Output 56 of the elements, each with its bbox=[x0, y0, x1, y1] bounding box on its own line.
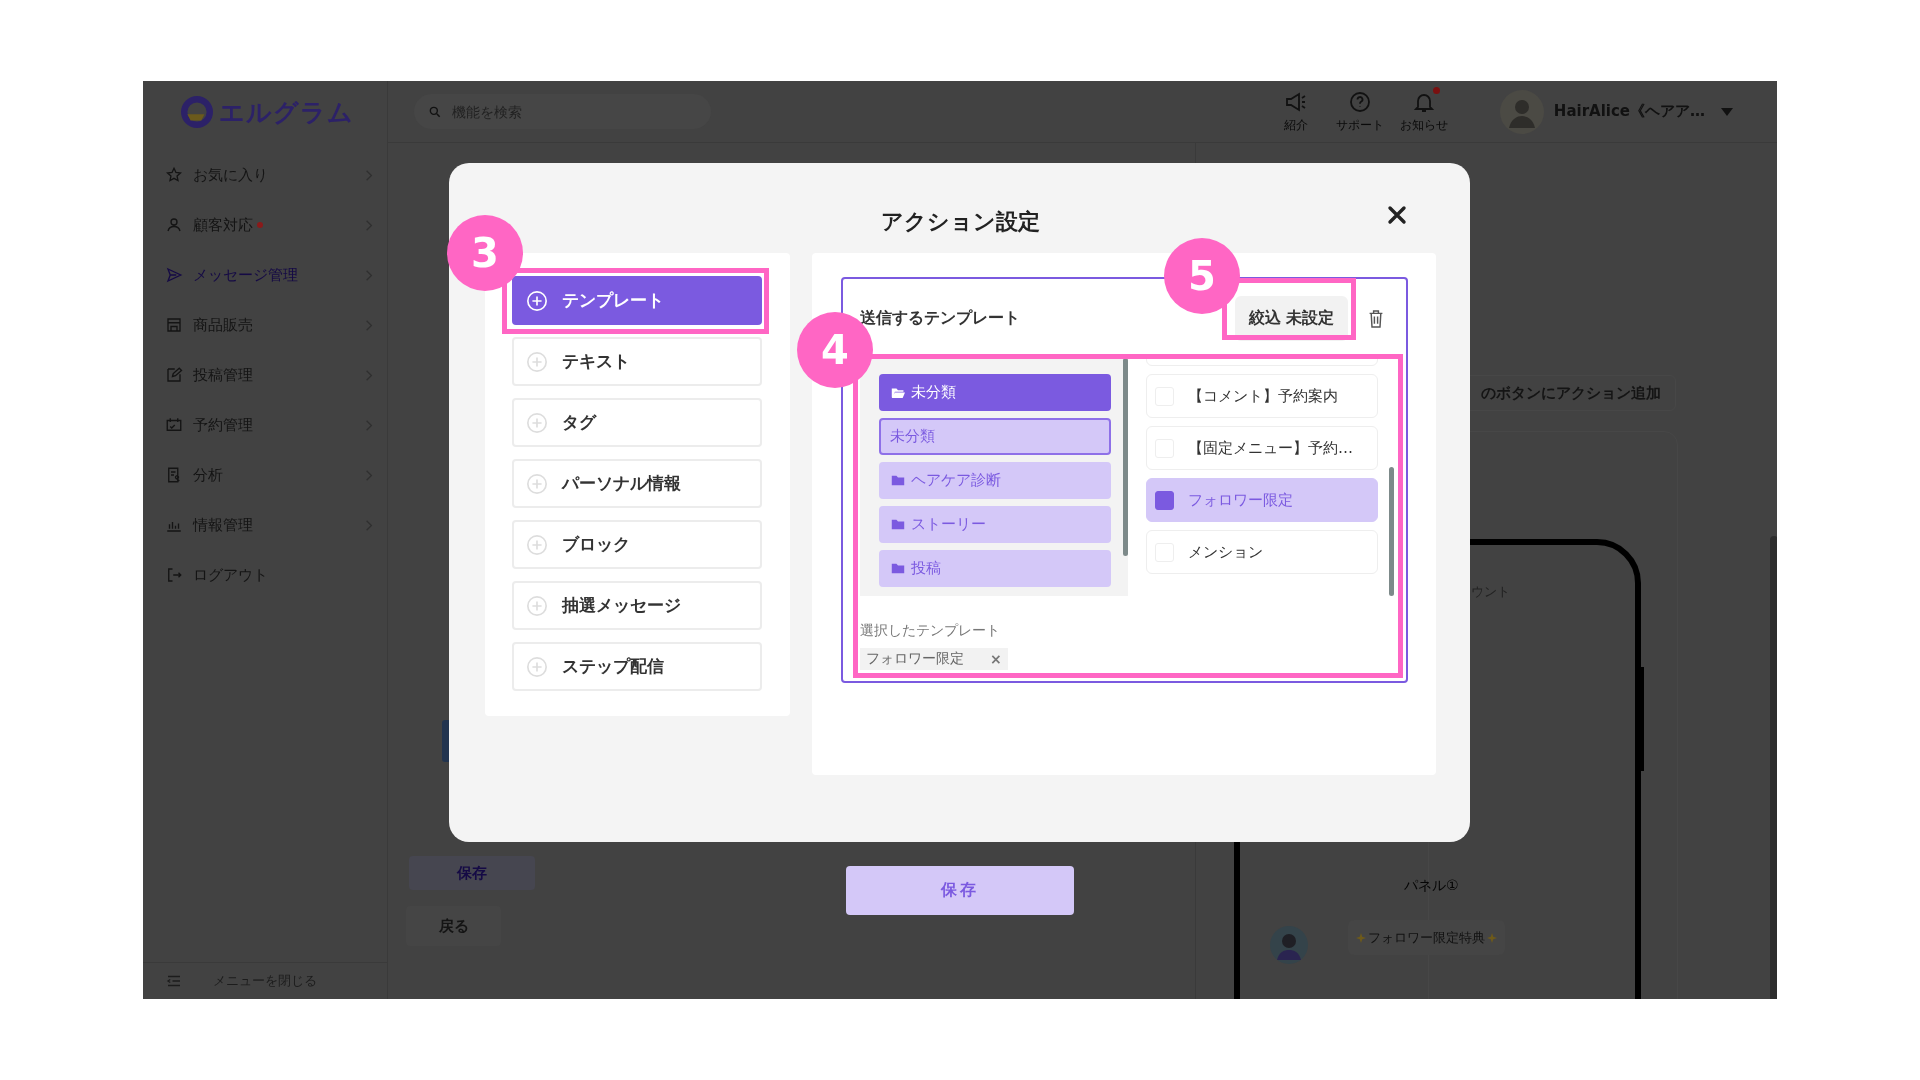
checkbox[interactable] bbox=[1155, 490, 1174, 510]
scrollbar[interactable] bbox=[1389, 467, 1394, 596]
folder-icon bbox=[891, 475, 905, 486]
add-circle-icon bbox=[526, 289, 548, 312]
save-button[interactable]: 保存 bbox=[846, 866, 1074, 915]
avatar-icon bbox=[1499, 89, 1544, 134]
remove-button[interactable]: × bbox=[990, 651, 1002, 667]
selected-templates-label: 選択したテンプレート bbox=[860, 622, 1001, 640]
help-icon bbox=[1347, 89, 1372, 114]
template-item[interactable]: 【コメント】予約案内 bbox=[1146, 374, 1378, 418]
save-button[interactable]: 保存 bbox=[409, 856, 535, 890]
action-type-button[interactable]: 抽選メッセージ bbox=[512, 581, 762, 630]
template-item[interactable]: メンション bbox=[1146, 530, 1378, 574]
add-circle-icon bbox=[526, 350, 548, 373]
template-item[interactable]: フォロワー限定 bbox=[1146, 478, 1378, 522]
caret-icon bbox=[1721, 107, 1733, 116]
avatar-icon bbox=[1270, 926, 1308, 964]
add-circle-icon bbox=[526, 655, 548, 678]
sparkle-icon bbox=[1487, 932, 1497, 943]
folder-icon bbox=[891, 563, 905, 574]
person-icon bbox=[165, 216, 183, 234]
folder-item[interactable]: ヘアケア診断 bbox=[879, 462, 1111, 499]
folder-item[interactable]: 未分類 bbox=[879, 374, 1111, 411]
scrollbar[interactable] bbox=[1770, 536, 1777, 999]
action-type-button[interactable]: ステップ配信 bbox=[512, 642, 762, 691]
action-type-button[interactable]: テンプレート bbox=[512, 276, 762, 325]
folder-item[interactable]: 未分類 bbox=[879, 418, 1111, 455]
close-icon[interactable] bbox=[1387, 205, 1407, 225]
action-type-button[interactable]: テキスト bbox=[512, 337, 762, 386]
send-icon bbox=[165, 266, 183, 284]
folder-item[interactable]: 投稿 bbox=[879, 550, 1111, 587]
chip-label: フォロワー限定 bbox=[866, 650, 964, 668]
logout-icon bbox=[165, 566, 183, 584]
scrollbar[interactable] bbox=[1123, 358, 1128, 556]
report-icon bbox=[165, 466, 183, 484]
filter-button[interactable]: 絞込 未設定 bbox=[1235, 296, 1348, 341]
template-item[interactable]: 【固定メニュー】予約… bbox=[1146, 426, 1378, 470]
panel-label: パネル① bbox=[1404, 877, 1459, 895]
sparkle-icon bbox=[1356, 932, 1366, 943]
star-icon bbox=[165, 166, 183, 184]
trash-icon[interactable] bbox=[1368, 308, 1384, 329]
action-type-button[interactable]: パーソナル情報 bbox=[512, 459, 762, 508]
store-icon bbox=[165, 316, 183, 334]
dialog-title: アクション設定 bbox=[881, 208, 1040, 236]
add-circle-icon bbox=[526, 533, 548, 556]
add-circle-icon bbox=[526, 472, 548, 495]
calendar-icon bbox=[165, 416, 183, 434]
folder-item[interactable]: ストーリー bbox=[879, 506, 1111, 543]
add-circle-icon bbox=[526, 411, 548, 434]
logo-icon bbox=[181, 96, 213, 128]
action-type-button[interactable]: ブロック bbox=[512, 520, 762, 569]
folder-icon bbox=[891, 387, 905, 398]
edit-icon bbox=[165, 366, 183, 384]
add-circle-icon bbox=[526, 594, 548, 617]
folder-icon bbox=[891, 519, 905, 530]
action-type-button[interactable]: タグ bbox=[512, 398, 762, 447]
